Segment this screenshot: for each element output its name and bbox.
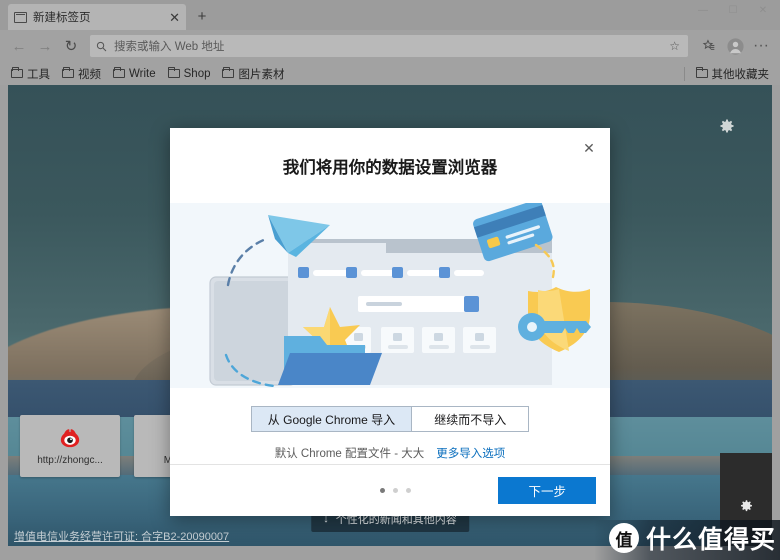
maximize-button[interactable]: ☐ — [718, 0, 748, 20]
import-choice-group: 从 Google Chrome 导入 继续而不导入 — [250, 406, 530, 432]
dialog-title: 我们将用你的数据设置浏览器 — [282, 158, 498, 177]
dialog-close-icon[interactable]: ✕ — [578, 137, 600, 159]
bookmark-item[interactable]: Write — [108, 66, 161, 82]
import-from-chrome-button[interactable]: 从 Google Chrome 导入 — [250, 406, 412, 432]
forward-button[interactable]: → — [32, 33, 58, 59]
folder-icon — [695, 66, 708, 78]
step-indicator — [380, 488, 411, 493]
browser-window: 新建标签页 ✕ + — ☐ ✕ ← → ↻ 搜索或输入 Web 地址 ☆ ···… — [0, 0, 780, 560]
more-options-button[interactable]: ··· — [748, 33, 774, 59]
folder-icon — [167, 66, 180, 78]
folder-icon — [113, 66, 125, 78]
navigation-toolbar: ← → ↻ 搜索或输入 Web 地址 ☆ ··· — [0, 30, 780, 62]
bookmark-label: 图片素材 — [238, 68, 285, 81]
watermark: 值 什么值得买 — [599, 517, 780, 560]
screenshot-root: 新建标签页 ✕ + — ☐ ✕ ← → ↻ 搜索或输入 Web 地址 ☆ ···… — [0, 0, 780, 560]
watermark-badge: 值 — [608, 523, 639, 553]
new-tab-page-icon — [14, 11, 27, 23]
tile-label: http://zhongc... — [37, 454, 103, 466]
address-bar-placeholder: 搜索或输入 Web 地址 — [114, 41, 225, 53]
profile-avatar-icon[interactable] — [722, 33, 748, 59]
dialog-actions: 从 Google Chrome 导入 继续而不导入 默认 Chrome 配置文件… — [170, 388, 610, 464]
continue-without-import-button[interactable]: 继续而不导入 — [411, 406, 530, 432]
legal-license-link[interactable]: 增值电信业务经营许可证: 合字B2-20090007 — [14, 528, 229, 544]
import-illustration-svg — [209, 203, 591, 388]
folder-icon — [222, 66, 235, 78]
profile-row: 默认 Chrome 配置文件 - 大大 更多导入选项 — [275, 445, 506, 461]
weibo-icon — [58, 427, 82, 449]
step-dot[interactable] — [380, 488, 385, 493]
watermark-text: 什么值得买 — [645, 526, 776, 554]
chrome-profile-label: 默认 Chrome 配置文件 - 大大 — [274, 448, 425, 460]
tab-title: 新建标签页 — [33, 12, 91, 24]
other-favorites-folder[interactable]: 其他收藏夹 — [691, 64, 775, 84]
bookmark-label: Write — [129, 67, 156, 80]
search-icon — [96, 41, 107, 51]
bookmark-item[interactable]: Shop — [163, 66, 216, 82]
back-button[interactable]: ← — [6, 33, 32, 59]
step-dot[interactable] — [393, 488, 398, 493]
bookmarks-bar: 工具 视频 Write Shop 图片素材 其他收藏夹 — [0, 62, 780, 85]
divider — [683, 66, 685, 81]
bookmarks-bar-right: 其他收藏夹 — [683, 64, 775, 84]
more-import-options-link[interactable]: 更多导入选项 — [436, 445, 505, 461]
favorites-hub-icon[interactable] — [696, 33, 722, 59]
close-window-button[interactable]: ✕ — [748, 0, 778, 20]
step-dot[interactable] — [406, 488, 411, 493]
bookmark-label: Shop — [183, 67, 211, 80]
page-settings-gear-icon[interactable] — [718, 118, 736, 136]
dialog-footer: 下一步 — [170, 464, 610, 516]
bookmark-label: 视频 — [78, 68, 101, 81]
shortcut-tile[interactable]: http://zhongc... — [20, 415, 120, 477]
browser-tab[interactable]: 新建标签页 ✕ — [8, 4, 186, 30]
bookmark-item[interactable]: 工具 — [6, 64, 55, 84]
folder-icon — [62, 66, 74, 78]
dialog-illustration — [170, 203, 610, 388]
import-data-dialog: ✕ 我们将用你的数据设置浏览器 从 Google Chrome 导入 继续而不导… — [170, 128, 610, 516]
address-bar[interactable]: 搜索或输入 Web 地址 ☆ — [90, 35, 688, 57]
close-tab-icon[interactable]: ✕ — [169, 11, 180, 24]
title-bar: 新建标签页 ✕ + — ☐ ✕ — [0, 0, 780, 30]
bookmark-label: 工具 — [27, 68, 50, 81]
new-tab-button[interactable]: + — [192, 7, 212, 27]
reload-button[interactable]: ↻ — [58, 33, 84, 59]
add-favorite-icon[interactable]: ☆ — [669, 39, 680, 53]
bookmark-item[interactable]: 图片素材 — [217, 64, 289, 84]
minimize-button[interactable]: — — [688, 0, 718, 20]
gear-icon — [740, 499, 752, 511]
bookmark-item[interactable]: 视频 — [57, 64, 106, 84]
next-button[interactable]: 下一步 — [498, 477, 596, 504]
other-favorites-label: 其他收藏夹 — [711, 68, 770, 81]
folder-icon — [11, 66, 23, 78]
